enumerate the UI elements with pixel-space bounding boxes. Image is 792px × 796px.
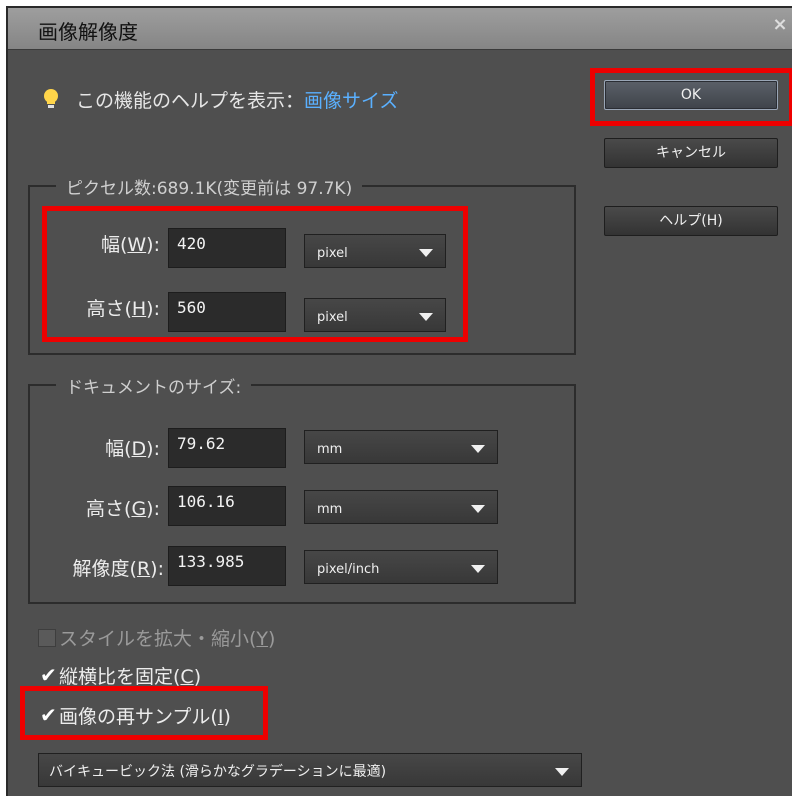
help-prefix: この機能のヘルプを表示： <box>76 90 305 112</box>
chevron-down-icon <box>555 768 569 776</box>
ok-highlight <box>590 68 792 126</box>
scale-styles-option[interactable]: スタイルを拡大・縮小(Y) <box>38 624 275 651</box>
close-icon[interactable]: × <box>770 14 790 36</box>
image-resolution-dialog: 画像解像度 × この機能のヘルプを表示：画像サイズ OK キャンセル ヘルプ(H… <box>6 6 792 796</box>
doc-height-unit-select[interactable]: mm <box>304 490 498 524</box>
checkmark-icon: ✔ <box>40 663 57 687</box>
resolution-unit-value: pixel/inch <box>317 562 380 577</box>
resample-method-select[interactable]: バイキュービック法 (滑らかなグラデーションに最適) <box>38 753 582 787</box>
resample-highlight <box>20 686 268 740</box>
title-bar[interactable]: 画像解像度 × <box>8 8 792 50</box>
help-row: この機能のヘルプを表示：画像サイズ <box>42 86 398 113</box>
constrain-proportions-checkbox[interactable]: ✔ <box>38 663 57 687</box>
pixel-dimensions-highlight <box>42 206 468 342</box>
dialog-title: 画像解像度 <box>38 20 138 44</box>
doc-width-unit-select[interactable]: mm <box>304 430 498 464</box>
scale-styles-checkbox[interactable] <box>38 629 56 647</box>
resample-method-value: バイキュービック法 (滑らかなグラデーションに最適) <box>49 764 387 780</box>
doc-height-label: 高さ(G): <box>86 498 160 520</box>
constrain-proportions-option[interactable]: ✔ 縦横比を固定(C) <box>38 662 201 689</box>
resolution-label: 解像度(R): <box>72 558 164 580</box>
chevron-down-icon <box>471 565 485 573</box>
doc-width-label: 幅(D): <box>105 438 160 460</box>
resolution-unit-select[interactable]: pixel/inch <box>304 550 498 584</box>
pixel-dimensions-legend: ピクセル数:689.1K(変更前は 97.7K) <box>56 174 363 199</box>
doc-height-input[interactable]: 106.16 <box>168 486 286 526</box>
doc-width-input[interactable]: 79.62 <box>168 428 286 468</box>
cancel-button[interactable]: キャンセル <box>604 138 778 168</box>
document-size-legend: ドキュメントのサイズ: <box>56 373 252 398</box>
chevron-down-icon <box>471 445 485 453</box>
doc-height-unit-value: mm <box>317 502 343 517</box>
resolution-input[interactable]: 133.985 <box>168 546 286 586</box>
lightbulb-icon <box>44 89 58 108</box>
chevron-down-icon <box>471 505 485 513</box>
help-button[interactable]: ヘルプ(H) <box>604 206 778 236</box>
help-link-image-size[interactable]: 画像サイズ <box>304 90 398 112</box>
doc-width-unit-value: mm <box>317 442 343 457</box>
